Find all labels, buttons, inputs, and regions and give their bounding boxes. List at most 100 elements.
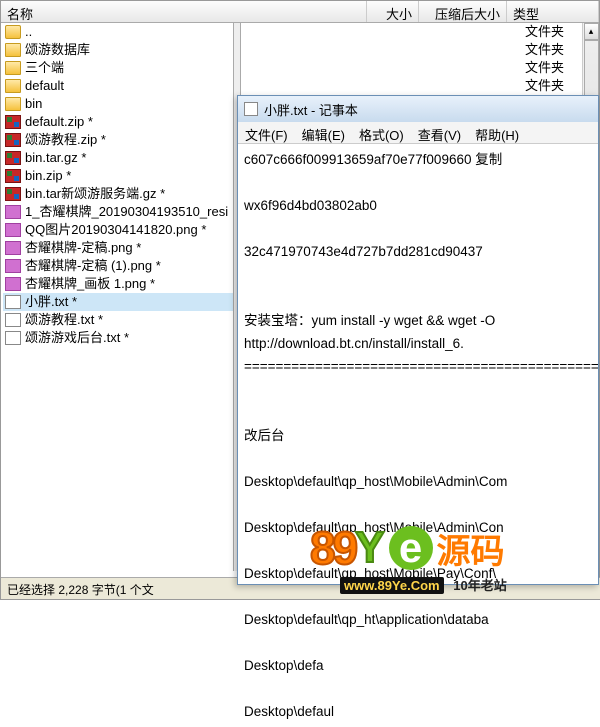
png-icon: [5, 241, 21, 255]
text-line: Desktop\default\qp_host\Mobile\Admin\Com: [244, 470, 592, 493]
file-name: 颂游教程.zip *: [25, 131, 106, 149]
folder-icon: [5, 61, 21, 75]
watermark-logo: 89 Y e 源码: [310, 518, 600, 578]
menu-item[interactable]: 查看(V): [411, 122, 468, 143]
txt-icon: [5, 313, 21, 327]
text-line: [244, 677, 592, 700]
file-name: QQ图片20190304141820.png *: [25, 221, 206, 239]
file-name: bin.tar新颂游服务端.gz *: [25, 185, 165, 203]
type-value: 文件夹: [525, 59, 564, 77]
text-line: http://download.bt.cn/install/install_6.: [244, 332, 592, 355]
file-row[interactable]: 颂游教程.txt *: [3, 311, 233, 329]
file-row[interactable]: default.zip *: [3, 113, 233, 131]
text-line: c607c666f009913659af70e77f009660 复制: [244, 148, 592, 171]
text-line: 改后台: [244, 424, 592, 447]
logo-89: 89: [310, 521, 355, 575]
text-line: Desktop\default\qp_ht\application\databa: [244, 608, 592, 631]
col-name[interactable]: 名称: [1, 1, 367, 22]
text-line: [244, 217, 592, 240]
col-type[interactable]: 类型: [507, 1, 599, 22]
type-value: 文件夹: [525, 77, 564, 95]
status-text: 已经选择 2,228 字节(1 个文: [7, 583, 154, 597]
file-row[interactable]: bin.tar新颂游服务端.gz *: [3, 185, 233, 203]
png-icon: [5, 205, 21, 219]
text-line: [244, 401, 592, 424]
zip-icon: [5, 151, 21, 165]
file-name: 颂游教程.txt *: [25, 311, 103, 329]
text-line: [244, 493, 592, 516]
file-name: bin: [25, 95, 42, 113]
file-name: 杏耀棋牌-定稿.png *: [25, 239, 141, 257]
logo-e: e: [389, 526, 433, 570]
text-line: Desktop\defa: [244, 654, 592, 677]
text-line: 安装宝塔：yum install -y wget && wget -O: [244, 309, 592, 332]
folder-icon: [5, 79, 21, 93]
logo-y: Y: [355, 523, 384, 573]
zip-icon: [5, 115, 21, 129]
col-compressed[interactable]: 压缩后大小: [419, 1, 507, 22]
text-line: [244, 378, 592, 401]
file-name: 小胖.txt *: [25, 293, 77, 311]
file-row[interactable]: default: [3, 77, 233, 95]
file-row[interactable]: 杏耀棋牌_画板 1.png *: [3, 275, 233, 293]
type-value: 文件夹: [525, 23, 564, 41]
file-name: default.zip *: [25, 113, 93, 131]
file-name: ..: [25, 23, 32, 41]
file-name: 杏耀棋牌_画板 1.png *: [25, 275, 155, 293]
file-row[interactable]: 颂游教程.zip *: [3, 131, 233, 149]
notepad-title-text: 小胖.txt - 记事本: [264, 100, 358, 119]
text-line: [244, 263, 592, 286]
notepad-titlebar[interactable]: 小胖.txt - 记事本: [238, 96, 598, 122]
notepad-content[interactable]: c607c666f009913659af70e77f009660 复制 wx6f…: [238, 144, 598, 727]
watermark-url: www.89Ye.Com: [340, 577, 444, 594]
file-name: 杏耀棋牌-定稿 (1).png *: [25, 257, 161, 275]
col-size[interactable]: 大小: [367, 1, 419, 22]
menu-item[interactable]: 帮助(H): [468, 122, 526, 143]
text-line: wx6f96d4bd03802ab0: [244, 194, 592, 217]
folder-icon: [5, 97, 21, 111]
logo-suffix: 源码: [437, 524, 505, 573]
file-row[interactable]: 1_杏耀棋牌_20190304193510_resi: [3, 203, 233, 221]
png-icon: [5, 277, 21, 291]
file-row[interactable]: QQ图片20190304141820.png *: [3, 221, 233, 239]
menu-item[interactable]: 文件(F): [238, 122, 295, 143]
txt-icon: [5, 331, 21, 345]
columns-header: 名称 大小 压缩后大小 类型: [1, 1, 599, 23]
type-value: 文件夹: [525, 41, 564, 59]
file-row[interactable]: 颂游数据库: [3, 41, 233, 59]
file-row[interactable]: bin: [3, 95, 233, 113]
text-line: Desktop\defaul: [244, 700, 592, 723]
notepad-window[interactable]: 小胖.txt - 记事本 文件(F)编辑(E)格式(O)查看(V)帮助(H) c…: [237, 95, 599, 585]
zip-icon: [5, 133, 21, 147]
file-row[interactable]: 小胖.txt *: [3, 293, 233, 311]
menu-item[interactable]: 编辑(E): [295, 122, 352, 143]
png-icon: [5, 259, 21, 273]
folder-icon: [5, 43, 21, 57]
file-row[interactable]: bin.zip *: [3, 167, 233, 185]
watermark-sub: www.89Ye.Com 10年老站: [340, 575, 507, 594]
file-name: bin.tar.gz *: [25, 149, 86, 167]
file-row[interactable]: 杏耀棋牌-定稿.png *: [3, 239, 233, 257]
file-row[interactable]: 三个端: [3, 59, 233, 77]
file-row[interactable]: 颂游游戏后台.txt *: [3, 329, 233, 347]
file-name: bin.zip *: [25, 167, 71, 185]
file-row[interactable]: ..: [3, 23, 233, 41]
text-line: 32c471970743e4d727b7dd281cd90437: [244, 240, 592, 263]
file-name: 三个端: [25, 59, 64, 77]
text-line: ========================================…: [244, 355, 592, 378]
file-name: default: [25, 77, 64, 95]
zip-icon: [5, 187, 21, 201]
text-line: [244, 286, 592, 309]
menu-item[interactable]: 格式(O): [352, 122, 411, 143]
up-icon: [5, 25, 21, 39]
file-name: 颂游游戏后台.txt *: [25, 329, 129, 347]
file-list[interactable]: ..颂游数据库三个端defaultbindefault.zip *颂游教程.zi…: [3, 23, 233, 571]
png-icon: [5, 223, 21, 237]
notepad-menubar[interactable]: 文件(F)编辑(E)格式(O)查看(V)帮助(H): [238, 122, 598, 144]
file-row[interactable]: 杏耀棋牌-定稿 (1).png *: [3, 257, 233, 275]
scroll-up-button[interactable]: ▴: [584, 23, 599, 40]
text-line: [244, 171, 592, 194]
text-line: [244, 447, 592, 470]
notepad-app-icon: [244, 102, 258, 116]
file-row[interactable]: bin.tar.gz *: [3, 149, 233, 167]
